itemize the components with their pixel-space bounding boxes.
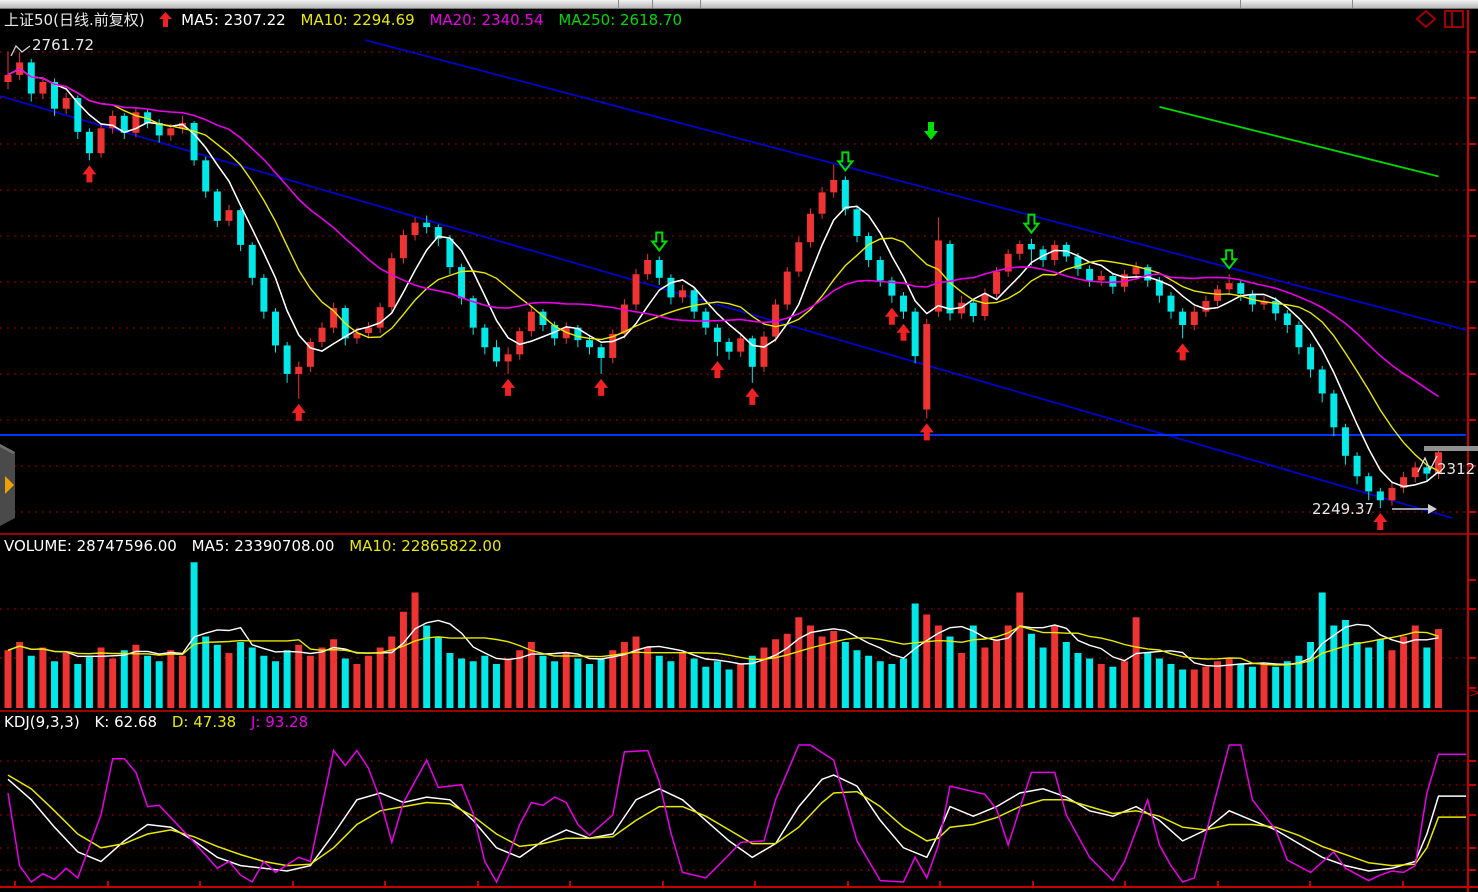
moving-averages (8, 69, 1439, 487)
chart-frame: > (0, 10, 1478, 892)
kdj-j-label: J: 93.28 (251, 713, 308, 731)
kdj-title: KDJ(9,3,3) (4, 713, 80, 731)
volume-bars (5, 562, 1442, 708)
trendlines (0, 40, 1466, 518)
kdj-pane-header: KDJ(9,3,3) K: 62.68 D: 47.38 J: 93.28 (4, 713, 318, 731)
ma5-label: MA5: 2307.22 (181, 11, 286, 29)
gridlines (0, 52, 1466, 870)
corner-icons (1416, 10, 1464, 28)
ma20-label: MA20: 2340.54 (429, 11, 543, 29)
chart-canvas[interactable]: >2761.72 2249.37 2312 (0, 0, 1478, 892)
ma250-label: MA250: 2618.70 (558, 11, 682, 29)
volume-pane-header: VOLUME: 28747596.00 MA5: 23390708.00 MA1… (4, 537, 512, 555)
svg-text:2312: 2312 (1437, 460, 1475, 478)
ma10-label: MA10: 2294.69 (301, 11, 415, 29)
volume-ma10-label: MA10: 22865822.00 (349, 537, 501, 555)
up-arrow-icon (159, 11, 177, 29)
kdj-k-label: K: 62.68 (94, 713, 157, 731)
toolbar-strip (0, 0, 1478, 9)
kdj-lines (8, 745, 1466, 882)
volume-label: VOLUME: 28747596.00 (4, 537, 177, 555)
split-window-icon[interactable] (1444, 10, 1464, 28)
trading-app-window: >2761.72 2249.37 2312 上证50(日线.前复权) MA5: 23… (0, 0, 1478, 892)
svg-text:2761.72: 2761.72 (32, 36, 94, 54)
diamond-icon[interactable] (1416, 10, 1436, 28)
svg-text:>: > (1469, 686, 1478, 701)
price-labels: 2761.72 2249.37 2312 (11, 36, 1478, 518)
panel-expand-handle[interactable] (0, 444, 17, 526)
symbol-title: 上证50(日线.前复权) (4, 11, 145, 29)
main-pane-header: 上证50(日线.前复权) MA5: 2307.22 MA10: 2294.69 … (4, 9, 692, 30)
svg-text:2249.37: 2249.37 (1312, 500, 1374, 518)
kdj-d-label: D: 47.38 (172, 713, 236, 731)
candles (5, 52, 1442, 508)
volume-ma5-label: MA5: 23390708.00 (192, 537, 335, 555)
